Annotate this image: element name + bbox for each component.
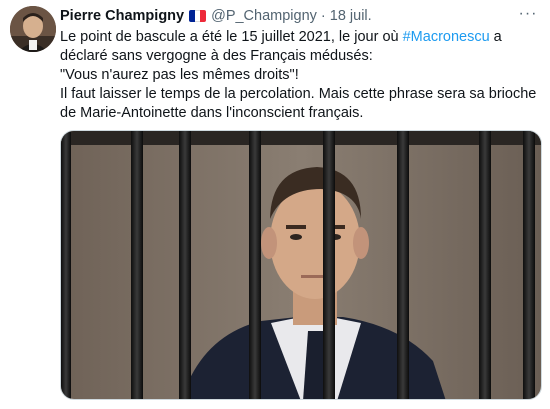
author-name[interactable]: Pierre Champigny xyxy=(60,8,184,24)
tweet-date[interactable]: 18 juil. xyxy=(330,8,372,24)
tweet-text-paragraph-1: Le point de bascule a été le 15 juillet … xyxy=(60,28,540,66)
tweet-header: Pierre Champigny @P_Champigny · 18 juil.… xyxy=(60,4,540,26)
avatar[interactable] xyxy=(10,6,56,52)
tweet-text-part-1: Le point de bascule a été le 15 juillet … xyxy=(60,29,403,45)
flag-red-band xyxy=(200,10,207,22)
tweet-text-paragraph-2: Il faut laisser le temps de la percolati… xyxy=(60,86,537,121)
france-flag-icon xyxy=(189,10,207,22)
tweet-image[interactable] xyxy=(60,130,542,400)
tweet-card[interactable]: Pierre Champigny @P_Champigny · 18 juil.… xyxy=(0,0,550,409)
author-handle[interactable]: @P_Champigny xyxy=(211,8,317,24)
hashtag-link[interactable]: #Macronescu xyxy=(403,29,490,45)
tweet-text-quote: "Vous n'aurez pas les mêmes droits"! xyxy=(60,67,299,83)
tweet-content: Pierre Champigny @P_Champigny · 18 juil.… xyxy=(60,4,540,123)
header-separator: · xyxy=(320,8,326,24)
man-behind-bars-image xyxy=(61,131,541,399)
tweet-text: Le point de bascule a été le 15 juillet … xyxy=(60,28,540,123)
more-options-icon[interactable]: ··· xyxy=(516,4,540,24)
